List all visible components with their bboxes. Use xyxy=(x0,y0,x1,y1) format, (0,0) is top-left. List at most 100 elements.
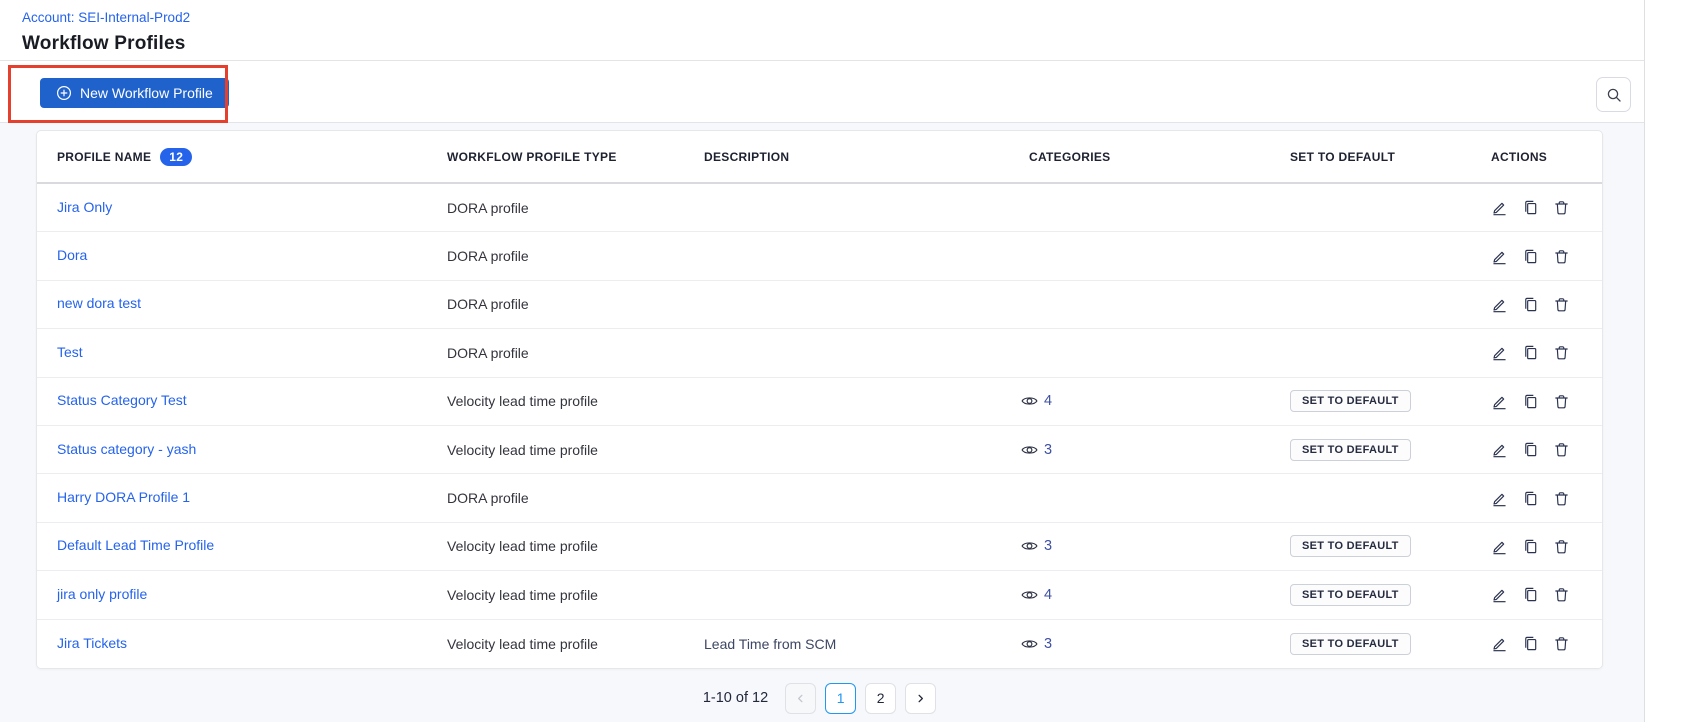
eye-icon[interactable] xyxy=(1021,394,1038,408)
edit-button[interactable] xyxy=(1491,199,1508,216)
copy-button[interactable] xyxy=(1522,344,1539,361)
profile-name-link[interactable]: Jira Only xyxy=(57,199,112,215)
edit-button[interactable] xyxy=(1491,344,1508,361)
column-header-profile-name: PROFILE NAME 12 xyxy=(37,148,439,166)
profile-name-link[interactable]: jira only profile xyxy=(57,586,147,602)
delete-button[interactable] xyxy=(1553,441,1570,458)
workflow-profiles-page: Account: SEI-Internal-Prod2 Workflow Pro… xyxy=(0,0,1645,722)
edit-button[interactable] xyxy=(1491,490,1508,507)
copy-button[interactable] xyxy=(1522,586,1539,603)
profile-type-cell: Velocity lead time profile xyxy=(439,636,696,652)
trash-icon xyxy=(1553,441,1570,458)
edit-button[interactable] xyxy=(1491,393,1508,410)
edit-icon xyxy=(1491,393,1508,410)
copy-button[interactable] xyxy=(1522,296,1539,313)
delete-button[interactable] xyxy=(1553,393,1570,410)
column-header-categories: CATEGORIES xyxy=(1021,150,1290,164)
profile-name-cell: Status Category Test xyxy=(37,392,439,410)
actions-cell xyxy=(1461,490,1602,507)
profile-name-link[interactable]: Status Category Test xyxy=(57,392,187,408)
copy-icon xyxy=(1522,635,1539,652)
page-header: Account: SEI-Internal-Prod2 Workflow Pro… xyxy=(0,0,1644,61)
edit-button[interactable] xyxy=(1491,248,1508,265)
edit-icon xyxy=(1491,248,1508,265)
set-to-default-badge: SET TO DEFAULT xyxy=(1290,584,1411,606)
search-button[interactable] xyxy=(1596,77,1631,112)
delete-button[interactable] xyxy=(1553,199,1570,216)
trash-icon xyxy=(1553,296,1570,313)
column-header-type: WORKFLOW PROFILE TYPE xyxy=(439,150,696,164)
categories-count: 4 xyxy=(1044,587,1052,603)
edit-button[interactable] xyxy=(1491,586,1508,603)
actions-cell xyxy=(1461,393,1602,410)
account-breadcrumb-link[interactable]: Account: SEI-Internal-Prod2 xyxy=(22,10,190,25)
pagination: 1-10 of 12 12 xyxy=(36,683,1603,714)
copy-button[interactable] xyxy=(1522,199,1539,216)
copy-button[interactable] xyxy=(1522,490,1539,507)
trash-icon xyxy=(1553,635,1570,652)
pagination-page-button-1[interactable]: 1 xyxy=(825,683,856,714)
categories-count: 4 xyxy=(1044,393,1052,409)
delete-button[interactable] xyxy=(1553,344,1570,361)
profile-name-cell: Jira Only xyxy=(37,199,439,217)
copy-button[interactable] xyxy=(1522,393,1539,410)
set-to-default-cell: SET TO DEFAULT xyxy=(1290,584,1461,606)
table-row: Jira Tickets Velocity lead time profile … xyxy=(37,620,1602,668)
eye-icon[interactable] xyxy=(1021,539,1038,553)
delete-button[interactable] xyxy=(1553,296,1570,313)
eye-icon[interactable] xyxy=(1021,443,1038,457)
profile-type-cell: DORA profile xyxy=(439,200,696,216)
profile-name-link[interactable]: Jira Tickets xyxy=(57,635,127,651)
eye-icon[interactable] xyxy=(1021,588,1038,602)
edit-button[interactable] xyxy=(1491,635,1508,652)
categories-cell: 4 xyxy=(1021,393,1290,409)
set-to-default-cell: SET TO DEFAULT xyxy=(1290,633,1461,655)
pagination-prev-button[interactable] xyxy=(785,683,816,714)
page-title: Workflow Profiles xyxy=(22,33,1622,55)
categories-cell: 3 xyxy=(1021,538,1290,554)
new-workflow-profile-button[interactable]: New Workflow Profile xyxy=(40,78,229,108)
actions-cell xyxy=(1461,635,1602,652)
edit-button[interactable] xyxy=(1491,296,1508,313)
column-header-set-to-default: SET TO DEFAULT xyxy=(1290,150,1461,164)
pagination-page-button-2[interactable]: 2 xyxy=(865,683,896,714)
delete-button[interactable] xyxy=(1553,248,1570,265)
copy-button[interactable] xyxy=(1522,635,1539,652)
delete-button[interactable] xyxy=(1553,586,1570,603)
copy-button[interactable] xyxy=(1522,538,1539,555)
delete-button[interactable] xyxy=(1553,490,1570,507)
copy-button[interactable] xyxy=(1522,248,1539,265)
profile-type-cell: DORA profile xyxy=(439,248,696,264)
edit-button[interactable] xyxy=(1491,538,1508,555)
profiles-table: PROFILE NAME 12 WORKFLOW PROFILE TYPE DE… xyxy=(36,130,1603,669)
toolbar: New Workflow Profile xyxy=(0,61,1644,123)
actions-cell xyxy=(1461,586,1602,603)
table-row: jira only profile Velocity lead time pro… xyxy=(37,571,1602,619)
copy-button[interactable] xyxy=(1522,441,1539,458)
categories-cell: 4 xyxy=(1021,587,1290,603)
actions-cell xyxy=(1461,538,1602,555)
profile-name-link[interactable]: Test xyxy=(57,344,83,360)
set-to-default-badge: SET TO DEFAULT xyxy=(1290,439,1411,461)
profile-name-link[interactable]: Default Lead Time Profile xyxy=(57,537,214,553)
delete-button[interactable] xyxy=(1553,635,1570,652)
profile-name-link[interactable]: new dora test xyxy=(57,295,141,311)
trash-icon xyxy=(1553,490,1570,507)
table-row: Test DORA profile xyxy=(37,329,1602,377)
copy-icon xyxy=(1522,393,1539,410)
profile-name-link[interactable]: Dora xyxy=(57,247,87,263)
actions-cell xyxy=(1461,199,1602,216)
pagination-next-button[interactable] xyxy=(905,683,936,714)
edit-button[interactable] xyxy=(1491,441,1508,458)
profile-name-link[interactable]: Status category - yash xyxy=(57,441,196,457)
trash-icon xyxy=(1553,586,1570,603)
profile-name-cell: Jira Tickets xyxy=(37,635,439,653)
copy-icon xyxy=(1522,296,1539,313)
row-count-badge: 12 xyxy=(160,148,192,166)
trash-icon xyxy=(1553,344,1570,361)
profile-name-link[interactable]: Harry DORA Profile 1 xyxy=(57,489,190,505)
categories-cell: 3 xyxy=(1021,442,1290,458)
categories-count: 3 xyxy=(1044,636,1052,652)
delete-button[interactable] xyxy=(1553,538,1570,555)
eye-icon[interactable] xyxy=(1021,637,1038,651)
